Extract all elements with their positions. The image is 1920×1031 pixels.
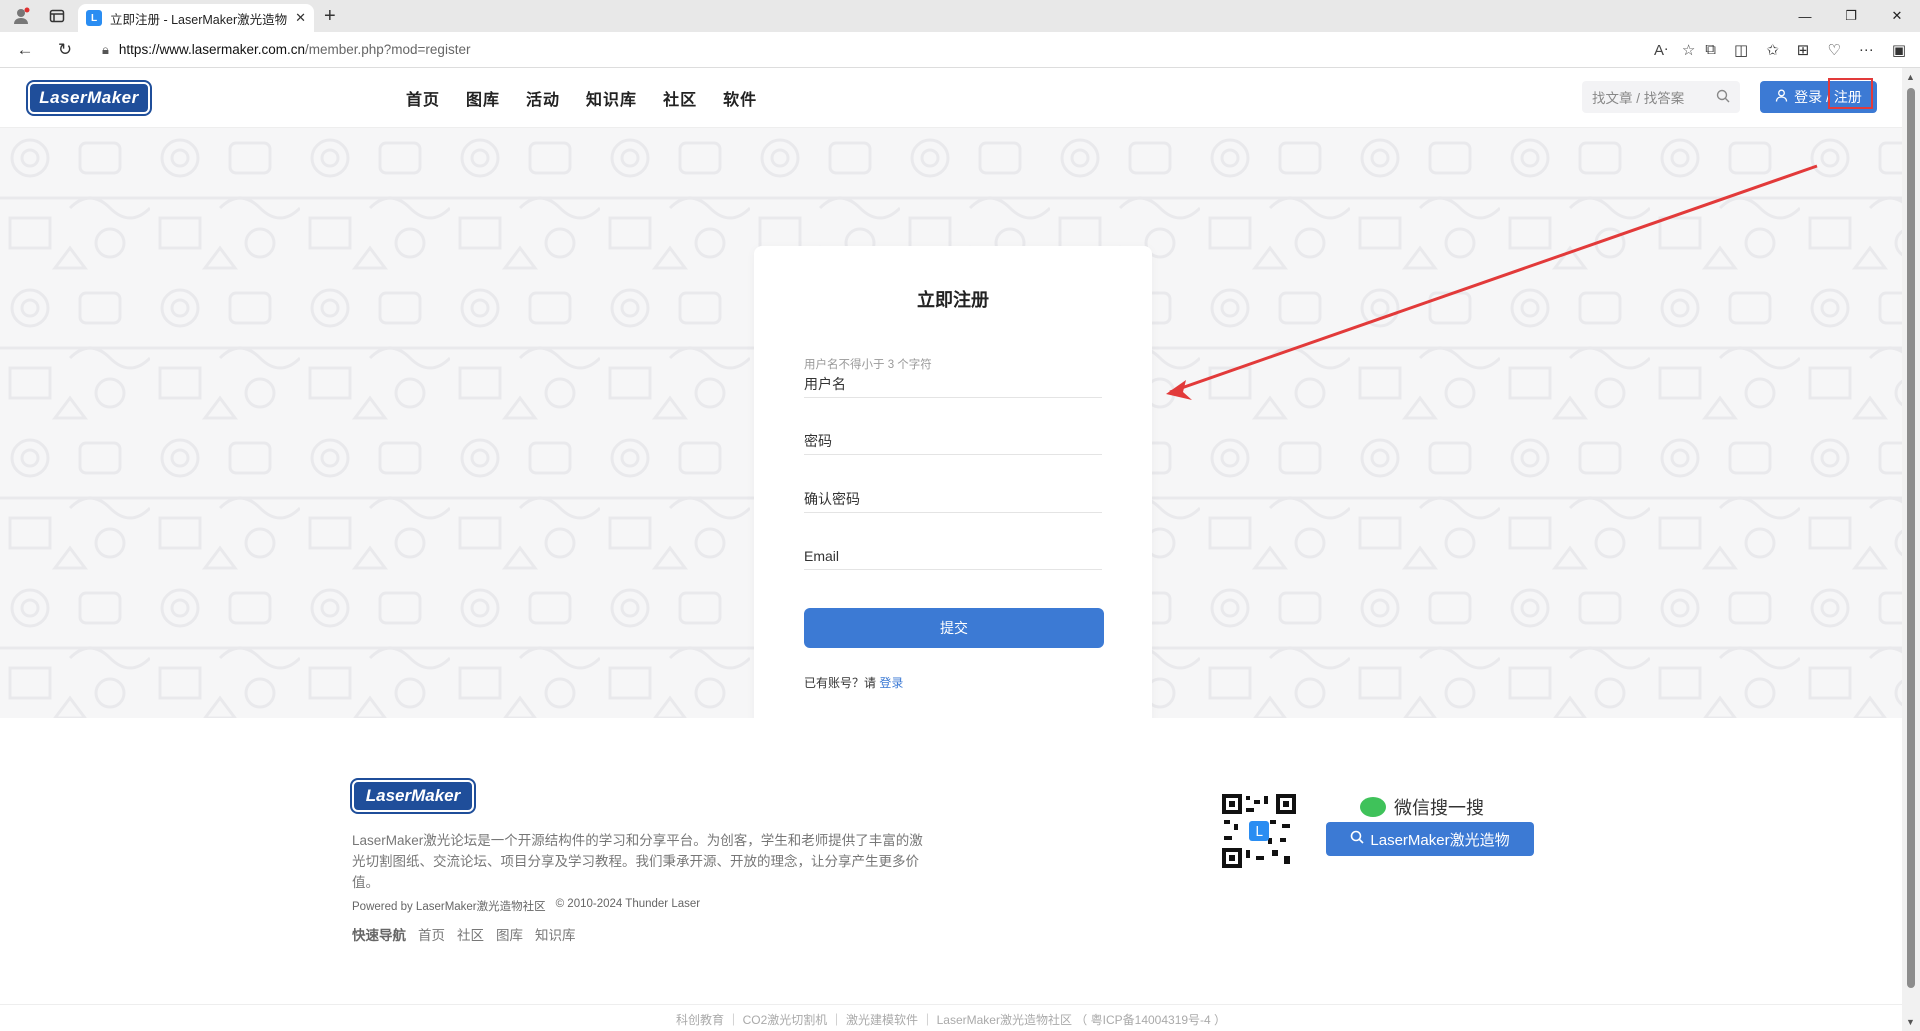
wechat-search-title: 微信搜一搜 xyxy=(1360,794,1484,820)
site-footer: LaserMaker LaserMaker激光论坛是一个开源结构件的学习和分享平… xyxy=(0,718,1902,1031)
wechat-button-label: LaserMaker激光造物 xyxy=(1370,831,1510,849)
quick-nav-home[interactable]: 首页 xyxy=(418,924,445,944)
email-input[interactable]: Email xyxy=(804,542,1102,570)
register-section: 立即注册 用户名不得小于 3 个字符 用户名 密码 确认密码 Email 提交 … xyxy=(0,128,1902,718)
submit-button[interactable]: 提交 xyxy=(804,608,1104,648)
register-title: 立即注册 xyxy=(917,290,989,310)
search-icon[interactable] xyxy=(1716,89,1730,106)
close-tab-icon[interactable]: ✕ xyxy=(295,10,306,26)
collections-icon[interactable]: ⊞ xyxy=(1797,41,1810,59)
nav-gallery[interactable]: 图库 xyxy=(466,86,500,110)
site-logo[interactable]: LaserMaker xyxy=(28,82,150,114)
address-bar-row: ← ↻ 🔒︎ https://www.lasermaker.com.cn/mem… xyxy=(0,32,1920,68)
quick-nav-community[interactable]: 社区 xyxy=(457,924,484,944)
copyright-text: © 2010-2024 Thunder Laser xyxy=(555,898,701,910)
close-window-icon[interactable]: ✕ xyxy=(1874,0,1920,32)
quick-nav-gallery[interactable]: 图库 xyxy=(496,924,523,944)
confirm-password-placeholder: 确认密码 xyxy=(804,490,860,507)
read-aloud-icon[interactable]: Aᐧ xyxy=(1654,41,1668,59)
wechat-title-text: 微信搜一搜 xyxy=(1394,798,1484,818)
nav-home[interactable]: 首页 xyxy=(406,86,440,110)
email-placeholder: Email xyxy=(804,547,840,564)
svg-text:L: L xyxy=(1255,825,1263,840)
annotation-highlight-box xyxy=(1828,78,1873,109)
password-placeholder: 密码 xyxy=(804,432,832,449)
browser-tab-bar: L 立即注册 - LaserMaker激光造物 ✕ + — ❐ ✕ xyxy=(0,0,1920,32)
footer-logo[interactable]: LaserMaker xyxy=(352,780,474,812)
qr-code-image: L xyxy=(1222,794,1296,868)
minimize-icon[interactable]: — xyxy=(1782,0,1828,32)
extensions-icon[interactable]: ⧉ xyxy=(1705,41,1716,58)
search-placeholder: 找文章 / 找答案 xyxy=(1592,91,1685,106)
page-scrollbar[interactable]: ▲ ▼ xyxy=(1902,68,1920,1031)
new-tab-icon[interactable]: + xyxy=(324,0,336,32)
nav-events[interactable]: 活动 xyxy=(526,86,560,110)
confirm-password-input[interactable]: 确认密码 xyxy=(804,485,1102,513)
footer-description: LaserMaker激光论坛是一个开源结构件的学习和分享平台。为创客，学生和老师… xyxy=(352,833,923,890)
footer-bottom-links: 科创教育 ｜ CO2激光切割机 ｜ 激光建模软件 ｜ LaserMaker激光造… xyxy=(0,1004,1902,1031)
footer-quick-nav: 快速导航 首页 社区 图库 知识库 xyxy=(352,924,576,944)
nav-knowledge[interactable]: 知识库 xyxy=(586,86,637,110)
powered-by-text: Powered by LaserMaker激光造物社区 xyxy=(352,901,546,913)
username-input[interactable]: 用户名 xyxy=(804,370,1102,398)
nav-community[interactable]: 社区 xyxy=(663,86,697,110)
quick-nav-knowledge[interactable]: 知识库 xyxy=(535,924,576,944)
more-menu-icon[interactable]: ··· xyxy=(1859,41,1874,58)
main-nav: 首页 图库 活动 知识库 社区 软件 xyxy=(406,68,757,128)
site-header: LaserMaker 首页 图库 活动 知识库 社区 软件 找文章 / 找答案 … xyxy=(0,68,1902,128)
site-search-input[interactable]: 找文章 / 找答案 xyxy=(1582,81,1740,113)
refresh-icon[interactable]: ↻ xyxy=(50,35,80,65)
user-icon xyxy=(1775,89,1788,105)
favorite-star-icon[interactable]: ☆ xyxy=(1682,41,1695,59)
tab-actions-icon[interactable] xyxy=(46,5,68,27)
sidebar-toggle-icon[interactable]: ▣ xyxy=(1892,41,1906,59)
scrollbar-thumb[interactable] xyxy=(1907,88,1915,988)
url-path: /member.php?mod=register xyxy=(304,42,471,57)
lock-icon[interactable]: 🔒︎ xyxy=(102,42,109,58)
browser-essentials-icon[interactable]: ♡ xyxy=(1827,41,1840,59)
favorites-icon[interactable]: ✩ xyxy=(1766,41,1779,59)
scroll-down-icon[interactable]: ▼ xyxy=(1906,1017,1915,1027)
wechat-icon xyxy=(1360,797,1386,817)
footer-powered: Powered by LaserMaker激光造物社区 © 2010-2024 … xyxy=(352,898,700,914)
url-host: https://www.lasermaker.com.cn xyxy=(118,42,305,57)
have-account-line: 已有账号？请 登录 xyxy=(804,674,903,691)
tab-title: 立即注册 - LaserMaker激光造物 xyxy=(110,12,288,27)
tab-register[interactable]: L 立即注册 - LaserMaker激光造物 ✕ xyxy=(78,4,314,32)
split-screen-icon[interactable]: ◫ xyxy=(1734,41,1748,59)
url-field[interactable]: 🔒︎ https://www.lasermaker.com.cn/member.… xyxy=(90,36,1644,64)
wechat-search-button[interactable]: LaserMaker激光造物 xyxy=(1326,822,1534,856)
search-icon xyxy=(1350,830,1364,848)
scroll-up-icon[interactable]: ▲ xyxy=(1906,72,1915,82)
page-viewport: LaserMaker 首页 图库 活动 知识库 社区 软件 找文章 / 找答案 … xyxy=(0,68,1902,1031)
username-placeholder: 用户名 xyxy=(804,375,846,392)
quick-nav-label: 快速导航 xyxy=(352,928,406,943)
login-link[interactable]: 登录 xyxy=(879,676,903,690)
back-icon[interactable]: ← xyxy=(10,35,40,65)
site-favicon-icon: L xyxy=(86,10,102,26)
have-account-text: 已有账号？请 xyxy=(804,676,877,690)
register-card: 立即注册 用户名不得小于 3 个字符 用户名 密码 确认密码 Email 提交 … xyxy=(754,246,1152,718)
profile-icon[interactable] xyxy=(10,5,32,27)
password-input[interactable]: 密码 xyxy=(804,427,1102,455)
nav-software[interactable]: 软件 xyxy=(723,86,757,110)
restore-icon[interactable]: ❐ xyxy=(1828,0,1874,32)
